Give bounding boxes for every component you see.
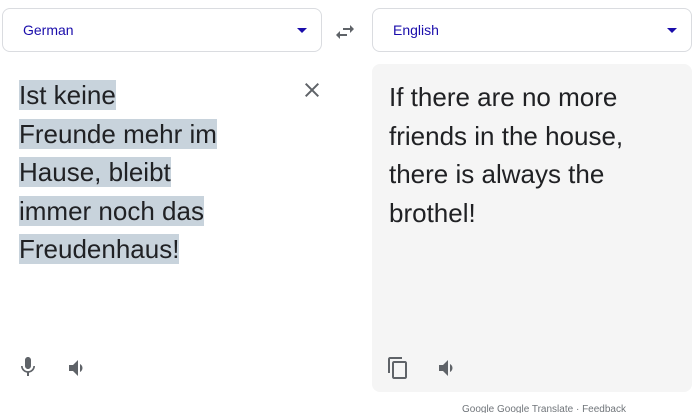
- translate-widget: German English Ist keine Freunde mehr im…: [0, 0, 696, 413]
- swap-languages-icon[interactable]: [333, 20, 357, 44]
- target-line-2: friends in the house,: [389, 120, 624, 151]
- target-line-1: If there are no more: [389, 82, 618, 112]
- close-icon[interactable]: [300, 78, 324, 102]
- microphone-icon[interactable]: [16, 355, 40, 379]
- translation-text: If there are no more friends in the hous…: [389, 78, 679, 232]
- translation-output-area: If there are no more friends in the hous…: [372, 64, 692, 392]
- target-language-select[interactable]: English: [372, 8, 692, 52]
- target-line-4: brothel!: [389, 197, 476, 228]
- source-text[interactable]: Ist keine Freunde mehr im Hause, bleibt …: [19, 76, 279, 269]
- target-language-label: English: [393, 22, 439, 38]
- footer-attribution: Google Google Translate · Feedback: [462, 404, 626, 413]
- target-line-3: there is always the: [389, 159, 605, 189]
- source-line-4: immer noch das: [19, 195, 204, 226]
- speaker-icon[interactable]: [436, 356, 460, 380]
- source-line-5: Freudenhaus!: [19, 234, 180, 264]
- source-line-1: Ist keine: [19, 80, 116, 110]
- source-line-2: Freunde mehr im: [19, 118, 217, 149]
- chevron-down-icon: [667, 28, 677, 33]
- source-language-select[interactable]: German: [2, 8, 322, 52]
- speaker-icon[interactable]: [66, 356, 90, 380]
- source-language-label: German: [23, 22, 74, 38]
- copy-icon[interactable]: [386, 356, 410, 380]
- source-line-3: Hause, bleibt: [19, 157, 171, 187]
- chevron-down-icon: [297, 28, 307, 33]
- source-text-area[interactable]: Ist keine Freunde mehr im Hause, bleibt …: [0, 62, 340, 392]
